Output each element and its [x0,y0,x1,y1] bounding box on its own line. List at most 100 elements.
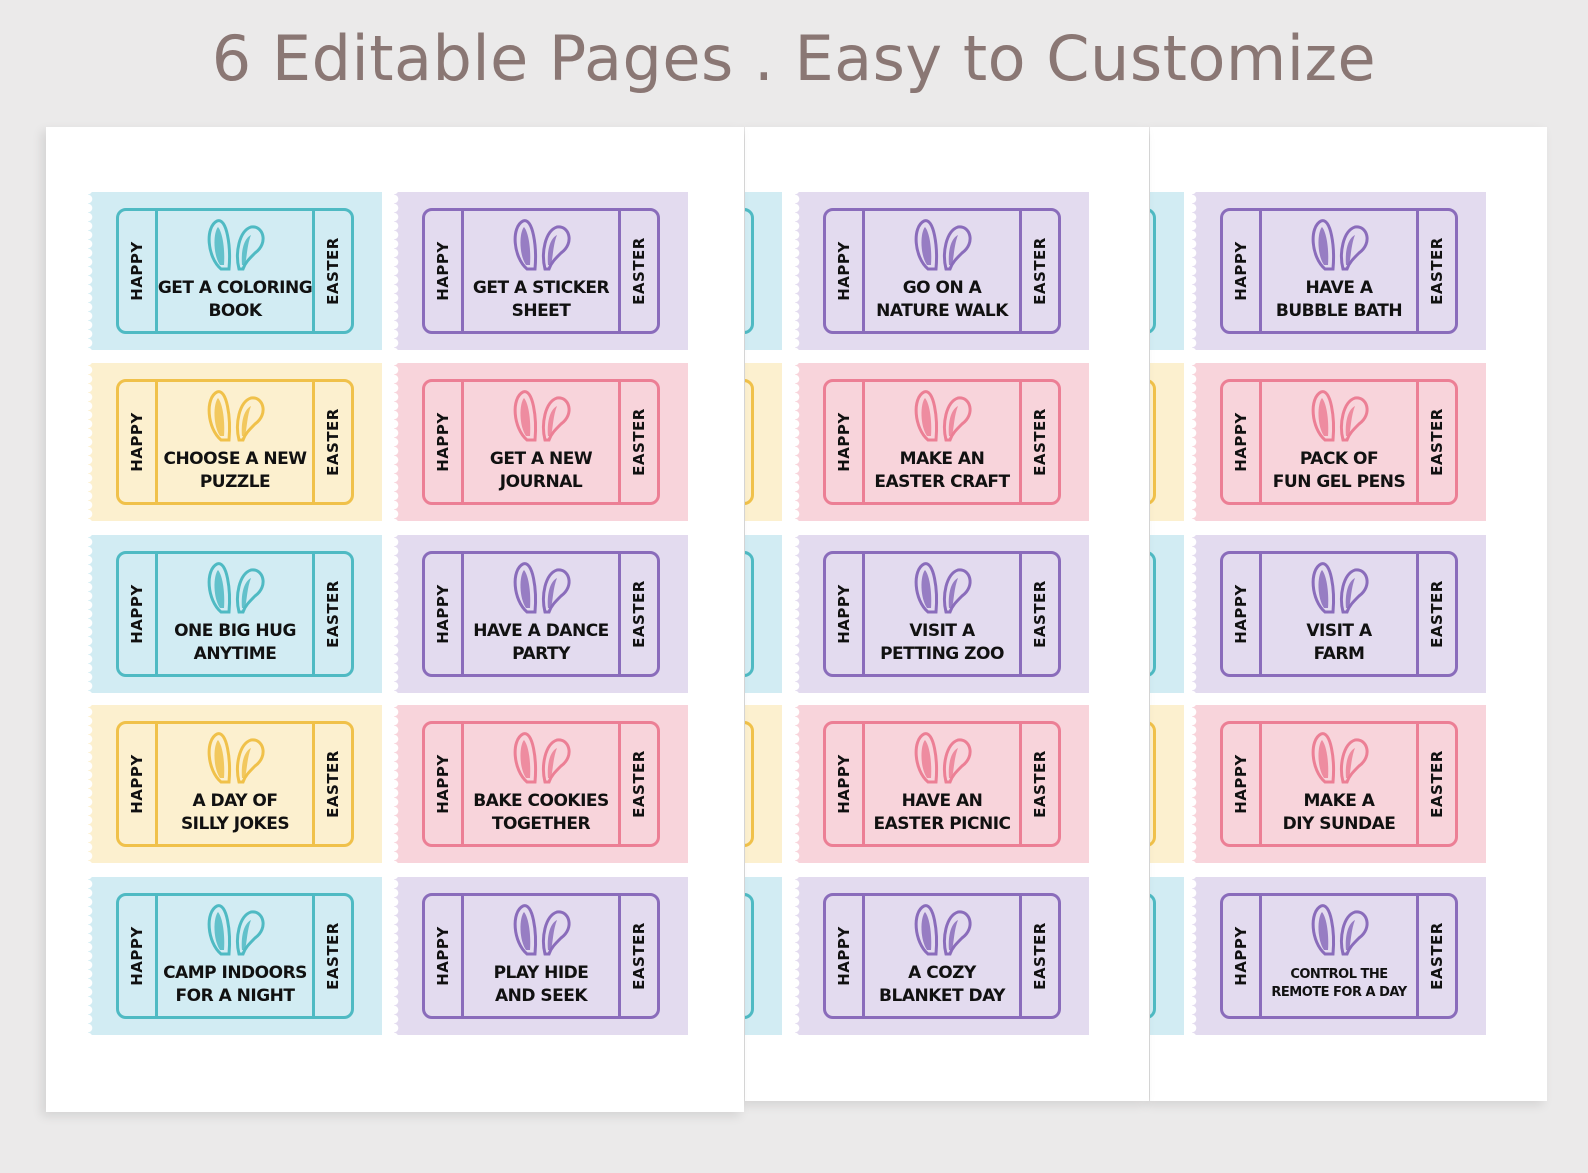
ticket-stub-right: EASTER [1019,554,1058,674]
ticket-frame: HAPPY PACK OF FUN GEL PENS EASTER [1220,379,1458,505]
ticket-peek: EASTER [1150,705,1184,863]
ticket-stub-left: HAPPY [1223,724,1262,844]
page3-ticket[interactable]: HAPPY VISIT A FARM EASTER [1192,535,1486,693]
easter-label: EASTER [630,237,648,305]
ticket-frame: HAPPY CONTROL THE REMOTE FOR A DAY EASTER [1220,893,1458,1019]
ticket-reward-text: GO ON A NATURE WALK [876,278,1008,321]
ticket-frame: EASTER [745,893,754,1019]
easter-label: EASTER [324,750,342,818]
ticket-frame: EASTER [745,379,754,505]
ticket-stub-right: EASTER [745,554,751,674]
easter-label: EASTER [1031,580,1049,648]
page1-ticket[interactable]: HAPPY CAMP INDOORS FOR A NIGHT EASTER [88,877,382,1035]
page2-ticket[interactable]: HAPPY VISIT A PETTING ZOO EASTER [795,535,1089,693]
ticket-stub-left: HAPPY [425,724,464,844]
ticket-stub-left: HAPPY [425,211,464,331]
bunny-ears-icon [513,562,571,614]
page1-ticket[interactable]: HAPPY PLAY HIDE AND SEEK EASTER [394,877,688,1035]
ticket-center: HAVE A BUBBLE BATH [1259,211,1419,331]
page1-ticket[interactable]: HAPPY GET A COLORING BOOK EASTER [88,192,382,350]
happy-label: HAPPY [434,926,452,986]
ticket-peek: EASTER [745,192,782,350]
ticket-frame: EASTER [745,551,754,677]
easter-label: EASTER [324,580,342,648]
headline: 6 Editable Pages . Easy to Customize [211,22,1377,95]
ticket-stub-right: EASTER [312,724,351,844]
ticket-center: MAKE AN EASTER CRAFT [862,382,1022,502]
ticket-reward-text: GET A COLORING BOOK [157,278,313,321]
ticket-frame: EASTER [1150,893,1156,1019]
ticket-stub-right: EASTER [312,896,351,1016]
happy-label: HAPPY [128,584,146,644]
ticket-stub-right: EASTER [312,554,351,674]
ticket-frame: HAPPY GET A COLORING BOOK EASTER [116,208,354,334]
ticket-peek: EASTER [1150,363,1184,521]
happy-label: HAPPY [835,584,853,644]
ticket-reward-text: PLAY HIDE AND SEEK [493,963,589,1006]
ticket-reward-text: ONE BIG HUG ANYTIME [174,621,296,664]
ticket-stub-right: EASTER [1150,382,1153,502]
happy-label: HAPPY [835,412,853,472]
ticket-stub-right: EASTER [1150,211,1153,331]
ticket-peek: EASTER [1150,192,1184,350]
page3-ticket[interactable]: HAPPY PACK OF FUN GEL PENS EASTER [1192,363,1486,521]
ticket-reward-text: HAVE A DANCE PARTY [473,621,609,664]
happy-label: HAPPY [128,412,146,472]
ticket-stub-left: HAPPY [119,554,158,674]
happy-label: HAPPY [434,584,452,644]
bunny-ears-icon [207,390,265,442]
ticket-frame: EASTER [1150,208,1156,334]
ticket-stub-left: HAPPY [425,382,464,502]
page2-ticket[interactable]: HAPPY GO ON A NATURE WALK EASTER [795,192,1089,350]
easter-label: EASTER [1031,237,1049,305]
ticket-stub-left: HAPPY [826,896,865,1016]
ticket-reward-text: VISIT A PETTING ZOO [880,621,1004,664]
ticket-peek: EASTER [1150,535,1184,693]
page1-ticket[interactable]: HAPPY GET A NEW JOURNAL EASTER [394,363,688,521]
page1-ticket[interactable]: HAPPY ONE BIG HUG ANYTIME EASTER [88,535,382,693]
ticket-stub-right: EASTER [745,896,751,1016]
happy-label: HAPPY [128,754,146,814]
ticket-stub-right: EASTER [1019,896,1058,1016]
ticket-reward-text: MAKE AN EASTER CRAFT [874,449,1010,492]
ticket-stub-right: EASTER [312,382,351,502]
ticket-reward-text: HAVE A BUBBLE BATH [1275,278,1403,321]
page2-ticket[interactable]: HAPPY MAKE AN EASTER CRAFT EASTER [795,363,1089,521]
ticket-frame: HAPPY BAKE COOKIES TOGETHER EASTER [422,721,660,847]
ticket-frame: HAPPY GET A STICKER SHEET EASTER [422,208,660,334]
ticket-reward-text: A COZY BLANKET DAY [879,963,1005,1006]
happy-label: HAPPY [128,926,146,986]
ticket-center: VISIT A PETTING ZOO [862,554,1022,674]
bunny-ears-icon [1311,219,1369,271]
page1-ticket[interactable]: HAPPY GET A STICKER SHEET EASTER [394,192,688,350]
bunny-ears-icon [513,219,571,271]
page1-ticket[interactable]: HAPPY CHOOSE A NEW PUZZLE EASTER [88,363,382,521]
easter-label: EASTER [630,750,648,818]
page3-ticket[interactable]: HAPPY HAVE A BUBBLE BATH EASTER [1192,192,1486,350]
ticket-center: GET A NEW JOURNAL [461,382,621,502]
page3-ticket[interactable]: HAPPY CONTROL THE REMOTE FOR A DAY EASTER [1192,877,1486,1035]
ticket-frame: HAPPY CHOOSE A NEW PUZZLE EASTER [116,379,354,505]
page-3: EASTER EASTER EASTER EASTER EASTER HAPPY HAVE … [1150,127,1547,1101]
bunny-ears-icon [1311,732,1369,784]
ticket-stub-right: EASTER [1416,211,1455,331]
page1-ticket[interactable]: HAPPY HAVE A DANCE PARTY EASTER [394,535,688,693]
bunny-ears-icon [914,732,972,784]
page2-ticket[interactable]: HAPPY A COZY BLANKET DAY EASTER [795,877,1089,1035]
ticket-peek: EASTER [1150,877,1184,1035]
ticket-stub-left: HAPPY [1223,554,1262,674]
ticket-stub-left: HAPPY [119,382,158,502]
easter-label: EASTER [324,408,342,476]
bunny-ears-icon [513,390,571,442]
ticket-stub-left: HAPPY [1223,896,1262,1016]
happy-label: HAPPY [1232,584,1250,644]
page1-ticket[interactable]: HAPPY A DAY OF SILLY JOKES EASTER [88,705,382,863]
ticket-reward-text: CHOOSE A NEW PUZZLE [163,449,307,492]
page3-ticket[interactable]: HAPPY MAKE A DIY SUNDAE EASTER [1192,705,1486,863]
ticket-center: GET A STICKER SHEET [461,211,621,331]
page1-ticket[interactable]: HAPPY BAKE COOKIES TOGETHER EASTER [394,705,688,863]
easter-label: EASTER [1428,750,1446,818]
ticket-reward-text: GET A NEW JOURNAL [489,449,593,492]
ticket-frame: EASTER [1150,721,1156,847]
page2-ticket[interactable]: HAPPY HAVE AN EASTER PICNIC EASTER [795,705,1089,863]
